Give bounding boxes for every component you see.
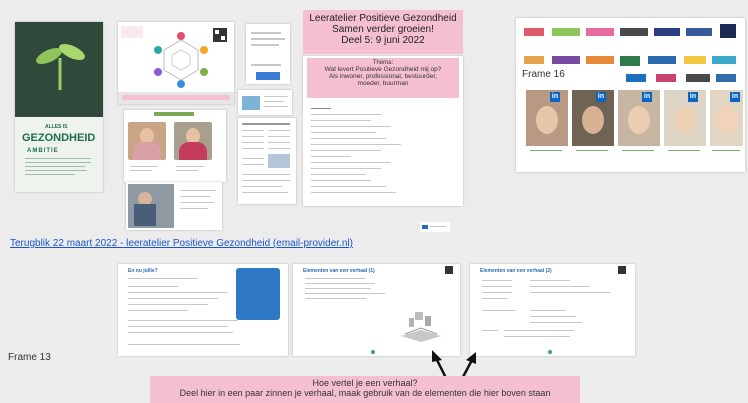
person-photo bbox=[128, 122, 166, 160]
partner-logos-frame[interactable]: Frame 16 in in in in in bbox=[516, 18, 745, 172]
terugblik-link[interactable]: Terugblik 22 maart 2022 - leeratelier Po… bbox=[10, 238, 353, 249]
profile-card[interactable]: in bbox=[664, 90, 706, 146]
spider-diagram-card[interactable] bbox=[118, 22, 234, 104]
flag-icon bbox=[618, 266, 626, 274]
title-box[interactable]: Leeratelier Positieve Gezondheid Samen v… bbox=[303, 10, 463, 54]
title-line-2: Samen verder groeien! bbox=[332, 24, 434, 35]
profile-card[interactable]: in bbox=[618, 90, 660, 146]
spider-diagram bbox=[118, 26, 234, 104]
slide-en-nu-jullie[interactable]: En nu jullie? bbox=[118, 264, 288, 356]
flag-icon bbox=[445, 266, 453, 274]
slide-2-title: Elementen van een verhaal (1) bbox=[303, 268, 375, 274]
poster-brand-small: ALLES IS bbox=[45, 124, 68, 130]
small-link-card[interactable] bbox=[420, 222, 450, 232]
frame-16-label: Frame 16 bbox=[522, 69, 565, 80]
slide-3-title: Elementen van een verhaal (2) bbox=[480, 268, 552, 274]
profile-card[interactable]: in bbox=[710, 90, 743, 146]
prompt-line-2: Deel hier in een paar zinnen je verhaal,… bbox=[179, 388, 551, 398]
team-photo-card[interactable] bbox=[124, 110, 226, 182]
linkedin-icon[interactable]: in bbox=[688, 92, 698, 102]
theme-line-1: Wat levert Positieve Gezondheid mij op? bbox=[324, 66, 442, 73]
document-thumbnail[interactable] bbox=[246, 24, 290, 84]
photo-collage-card[interactable] bbox=[126, 182, 222, 230]
title-line-3: Deel 5: 9 juni 2022 bbox=[341, 35, 425, 46]
poster-subtitle: AMBITIE bbox=[27, 148, 59, 154]
book-illustration bbox=[397, 308, 445, 342]
theme-box: Thema: Wat levert Positieve Gezondheid m… bbox=[307, 58, 459, 98]
linkedin-icon[interactable]: in bbox=[550, 92, 560, 102]
theme-line-3: moeder, buurman bbox=[357, 80, 409, 87]
alles-is-gezondheid-poster[interactable]: ALLES IS GEZONDHEID AMBITIE bbox=[15, 22, 103, 192]
slide-1-title: En nu jullie? bbox=[128, 268, 158, 274]
theme-line-2: Als inwoner, professional, bestuurder, bbox=[328, 73, 438, 80]
article-thumbnail[interactable] bbox=[238, 90, 292, 115]
story-prompt-banner[interactable]: Hoe vertel je een verhaal? Deel hier in … bbox=[150, 376, 580, 403]
linkedin-icon[interactable]: in bbox=[730, 92, 740, 102]
newsletter-thumbnail[interactable] bbox=[238, 118, 296, 204]
sprout-icon bbox=[25, 30, 95, 90]
frame-13-label: Frame 13 bbox=[8, 352, 51, 363]
slide-elementen-1[interactable]: Elementen van een verhaal (1) bbox=[293, 264, 460, 356]
linkedin-icon[interactable]: in bbox=[596, 92, 606, 102]
poster-brand: GEZONDHEID bbox=[22, 132, 96, 144]
profile-card[interactable]: in bbox=[526, 90, 568, 146]
person-photo bbox=[174, 122, 212, 160]
slide-elementen-2[interactable]: Elementen van een verhaal (2) bbox=[470, 264, 635, 356]
prompt-line-1: Hoe vertel je een verhaal? bbox=[312, 378, 418, 388]
profile-card[interactable]: in bbox=[572, 90, 614, 146]
linkedin-icon[interactable]: in bbox=[642, 92, 652, 102]
title-line-1: Leeratelier Positieve Gezondheid bbox=[309, 13, 457, 24]
agenda-document[interactable]: Thema: Wat levert Positieve Gezondheid m… bbox=[303, 56, 463, 206]
